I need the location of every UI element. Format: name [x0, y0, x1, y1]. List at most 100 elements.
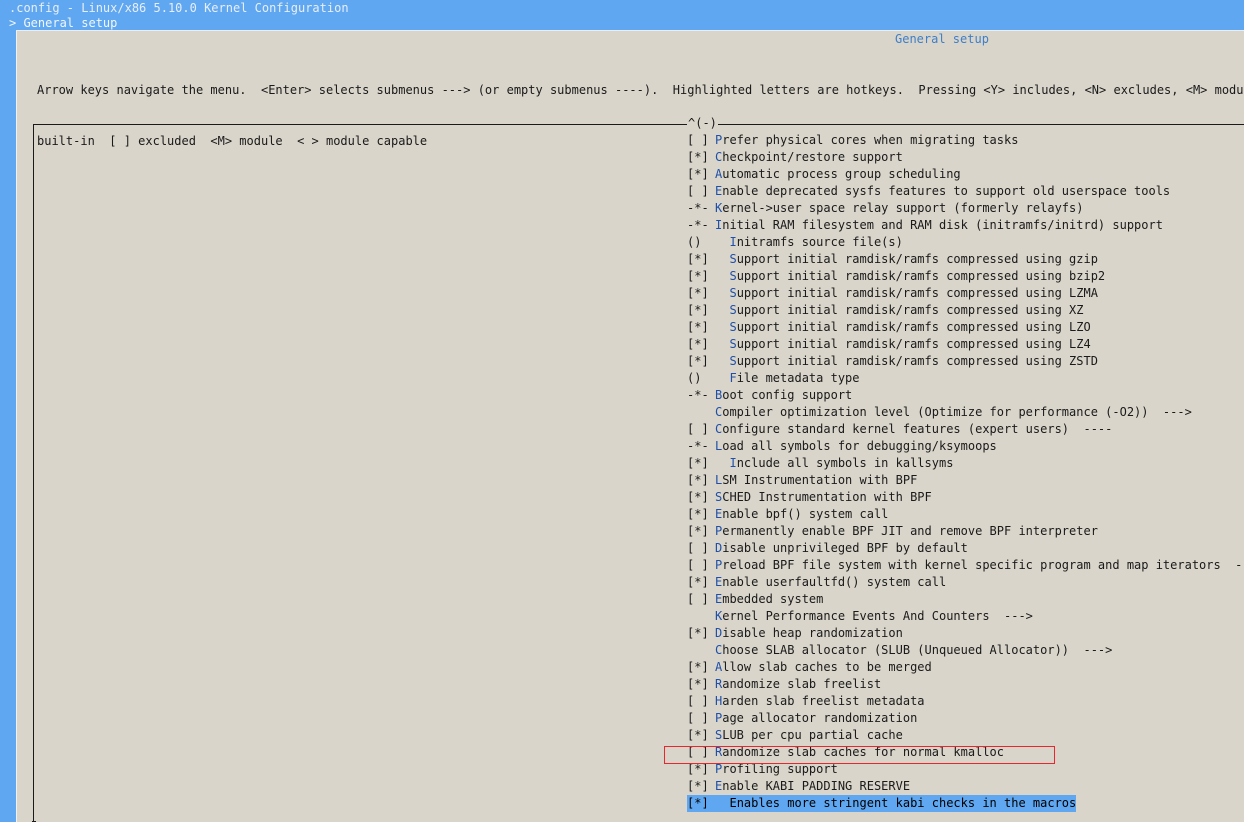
menu-item-state[interactable]: [*]	[687, 166, 715, 183]
menu-item-state[interactable]: [*]	[687, 285, 715, 302]
menu-item-state[interactable]: [*]	[687, 489, 715, 506]
menu-item-state[interactable]: [*]	[687, 659, 715, 676]
menu-item-state[interactable]: [*]	[687, 302, 715, 319]
menu-item-label: Page allocator randomization	[715, 711, 918, 725]
menu-item[interactable]: [*] Enable KABI PADDING RESERVE	[687, 778, 1244, 795]
kernel-config-screen: .config - Linux/x86 5.10.0 Kernel Config…	[0, 0, 1244, 822]
menu-item-state[interactable]: ()	[687, 234, 715, 251]
menu-item[interactable]: [ ] Configure standard kernel features (e…	[687, 421, 1244, 438]
help-line: Arrow keys navigate the menu. <Enter> se…	[37, 83, 1244, 97]
menu-item-state[interactable]: [ ]	[687, 710, 715, 727]
menu-item[interactable]: [*] Support initial ramdisk/ramfs compre…	[687, 285, 1244, 302]
menu-item[interactable]: [*] Include all symbols in kallsyms	[687, 455, 1244, 472]
menu-item-state[interactable]: [ ]	[687, 132, 715, 149]
menu-item-label: Kernel->user space relay support (former…	[715, 201, 1084, 215]
menu-item[interactable]: [ ] Prefer physical cores when migrating …	[687, 132, 1244, 149]
menu-item-label: Choose SLAB allocator (SLUB (Unqueued Al…	[715, 643, 1113, 657]
menu-item-state[interactable]: [*]	[687, 778, 715, 795]
menu-item-state[interactable]: [ ]	[687, 744, 715, 761]
menu-item-label: Support initial ramdisk/ramfs compressed…	[729, 286, 1098, 300]
menu-item[interactable]: [*] Checkpoint/restore support	[687, 149, 1244, 166]
menu-item[interactable]: Choose SLAB allocator (SLUB (Unqueued Al…	[687, 642, 1244, 659]
menu-item[interactable]: [*] SCHED Instrumentation with BPF	[687, 489, 1244, 506]
menu-item-state[interactable]: -*-	[687, 438, 715, 455]
menu-item[interactable]: [*] Support initial ramdisk/ramfs compre…	[687, 319, 1244, 336]
menu-item-label: Include all symbols in kallsyms	[729, 456, 954, 470]
menu-item-state[interactable]: [*]	[687, 353, 715, 370]
menu-item-state[interactable]: [*]	[687, 574, 715, 591]
menu-item-state[interactable]: [ ]	[687, 557, 715, 574]
menu-item-state[interactable]: -*-	[687, 387, 715, 404]
menu-item-state[interactable]: [*]	[687, 676, 715, 693]
menu-item-label: Support initial ramdisk/ramfs compressed…	[729, 354, 1098, 368]
menu-item-label: Support initial ramdisk/ramfs compressed…	[729, 269, 1106, 283]
menu-item-label: Enable bpf() system call	[715, 507, 889, 521]
menu-item-state[interactable]: [*]	[687, 727, 715, 744]
menu-item-state[interactable]: [*]	[687, 506, 715, 523]
menu-item[interactable]: [ ] Harden slab freelist metadata	[687, 693, 1244, 710]
menu-item[interactable]: Kernel Performance Events And Counters -…	[687, 608, 1244, 625]
menu-item-label: Compiler optimization level (Optimize fo…	[715, 405, 1192, 419]
menu-item[interactable]: [*] Profiling support	[687, 761, 1244, 778]
menu-item-state[interactable]: -*-	[687, 200, 715, 217]
menu-item-label: Enable userfaultfd() system call	[715, 575, 947, 589]
menu-item[interactable]: () Initramfs source file(s)	[687, 234, 1244, 251]
menu-item-state[interactable]: [ ]	[687, 183, 715, 200]
menu-item[interactable]: [ ] Page allocator randomization	[687, 710, 1244, 727]
menu-item-state[interactable]: [ ]	[687, 693, 715, 710]
menu-item[interactable]: [*] Permanently enable BPF JIT and remove…	[687, 523, 1244, 540]
menu-item-state[interactable]: [*]	[687, 319, 715, 336]
menu-item[interactable]: [*] Enable userfaultfd() system call	[687, 574, 1244, 591]
menu-item[interactable]: [ ] Disable unprivileged BPF by default	[687, 540, 1244, 557]
menu-item-state[interactable]: [*]	[687, 523, 715, 540]
menu-item-label: Permanently enable BPF JIT and remove BP…	[715, 524, 1098, 538]
menu-item[interactable]: -*- Boot config support	[687, 387, 1244, 404]
menu-item-label: Support initial ramdisk/ramfs compressed…	[729, 320, 1091, 334]
menu-item-label: Boot config support	[715, 388, 853, 402]
menu-item[interactable]: [*] Support initial ramdisk/ramfs compre…	[687, 251, 1244, 268]
menu-item[interactable]: -*- Kernel->user space relay support (for…	[687, 200, 1244, 217]
menu-item-label: Disable heap randomization	[715, 626, 903, 640]
menu-item[interactable]: () File metadata type	[687, 370, 1244, 387]
menu-item[interactable]: [*] Support initial ramdisk/ramfs compre…	[687, 336, 1244, 353]
menu-item-label: Initial RAM filesystem and RAM disk (ini…	[715, 218, 1163, 232]
menu-item-state[interactable]: [*]	[687, 455, 715, 472]
menu-item[interactable]: [ ] Enable deprecated sysfs features to s…	[687, 183, 1244, 200]
menu-item-state[interactable]: [*]	[687, 795, 715, 812]
menu-item-state[interactable]: [*]	[687, 625, 715, 642]
menu-item-label: Randomize slab caches for normal kmalloc	[715, 745, 1004, 759]
menu-item[interactable]: [*] Automatic process group scheduling	[687, 166, 1244, 183]
menu-item[interactable]: Compiler optimization level (Optimize fo…	[687, 404, 1244, 421]
menu-item[interactable]: -*- Initial RAM filesystem and RAM disk (…	[687, 217, 1244, 234]
menu-item[interactable]: [ ] Randomize slab caches for normal kmal…	[687, 744, 1244, 761]
menu-item[interactable]: [*] LSM Instrumentation with BPF	[687, 472, 1244, 489]
menu-item[interactable]: [ ] Preload BPF file system with kernel s…	[687, 557, 1244, 574]
menu-item[interactable]: [*] Support initial ramdisk/ramfs compre…	[687, 268, 1244, 285]
menu-item-state[interactable]: [*]	[687, 761, 715, 778]
menu-item[interactable]: [*] Enables more stringent kabi checks i…	[687, 795, 1244, 812]
menu-item[interactable]: [*] Support initial ramdisk/ramfs compre…	[687, 353, 1244, 370]
menu-item[interactable]: [*] Allow slab caches to be merged	[687, 659, 1244, 676]
menu-item-label: File metadata type	[729, 371, 860, 385]
menu-item-state[interactable]: [*]	[687, 251, 715, 268]
menu-item-state[interactable]: ()	[687, 370, 715, 387]
menu-item-state[interactable]: [*]	[687, 149, 715, 166]
menu-item[interactable]: [*] Disable heap randomization	[687, 625, 1244, 642]
menu-item-state[interactable]: [*]	[687, 268, 715, 285]
menu-item-state[interactable]: [*]	[687, 472, 715, 489]
menu-item[interactable]: -*- Load all symbols for debugging/ksymoo…	[687, 438, 1244, 455]
menu-item[interactable]: [*] SLUB per cpu partial cache	[687, 727, 1244, 744]
menu-item[interactable]: [*] Enable bpf() system call	[687, 506, 1244, 523]
menu-item[interactable]: [ ] Embedded system	[687, 591, 1244, 608]
menu-item-state[interactable]: [ ]	[687, 421, 715, 438]
menu-item-state[interactable]: [ ]	[687, 591, 715, 608]
menu-item[interactable]: [*] Randomize slab freelist	[687, 676, 1244, 693]
menu-item-state[interactable]: [ ]	[687, 540, 715, 557]
menu-item-label: Harden slab freelist metadata	[715, 694, 925, 708]
menu-item-label: Enable KABI PADDING RESERVE	[715, 779, 911, 793]
menu-item-label: Configure standard kernel features (expe…	[715, 422, 1113, 436]
menu-item[interactable]: [*] Support initial ramdisk/ramfs compre…	[687, 302, 1244, 319]
menu-item-state[interactable]: -*-	[687, 217, 715, 234]
menu-item-state[interactable]: [*]	[687, 336, 715, 353]
scroll-up-indicator[interactable]: ^(-)	[687, 115, 718, 132]
